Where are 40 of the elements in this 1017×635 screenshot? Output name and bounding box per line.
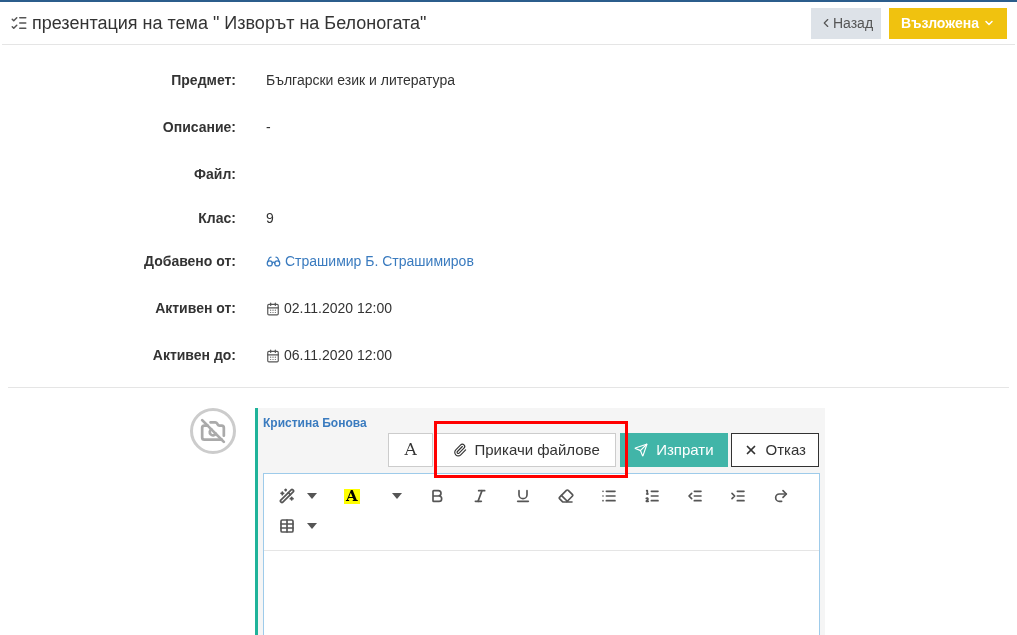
cancel-button[interactable]: Отказ: [730, 433, 819, 467]
back-button[interactable]: Назад: [810, 7, 882, 39]
table-icon[interactable]: [279, 518, 295, 534]
text-editor[interactable]: A: [263, 473, 820, 635]
highlight-color-button[interactable]: A: [344, 488, 360, 504]
attach-files-button[interactable]: Прикачи файлове: [436, 433, 617, 467]
field-label: Клас:: [197, 208, 236, 228]
caret-icon: [307, 523, 317, 529]
bulleted-list-icon[interactable]: [600, 488, 617, 504]
page-title: презентация на тема " Изворът на Белоногата": [32, 11, 427, 35]
redo-icon[interactable]: [772, 488, 789, 504]
caret-icon: [307, 493, 317, 499]
font-button[interactable]: A: [388, 433, 434, 467]
paper-plane-icon: [634, 443, 649, 457]
date-value: 06.11.2020 12:00: [284, 346, 392, 365]
calendar-icon: [266, 301, 280, 316]
avatar-placeholder: [190, 408, 236, 454]
eraser-icon[interactable]: [557, 488, 574, 504]
calendar-icon: [266, 348, 280, 363]
outdent-icon[interactable]: [686, 488, 703, 504]
caret-icon: [391, 493, 402, 499]
field-label: Активен до:: [151, 346, 236, 365]
field-label: Описание:: [161, 118, 236, 137]
glasses-icon: [266, 254, 281, 269]
field-label: Добавено от:: [143, 252, 236, 271]
field-label: Файл:: [193, 165, 236, 184]
comment-author: Кристина Бонова: [263, 415, 368, 432]
paperclip-icon: [452, 443, 467, 457]
field-value: 9: [266, 208, 274, 228]
field-label: Активен от:: [154, 299, 236, 318]
field-value: Български език и литература: [266, 71, 456, 90]
indent-icon[interactable]: [729, 488, 746, 504]
numbered-list-icon[interactable]: [643, 488, 660, 504]
field-label: Предмет:: [170, 71, 236, 90]
checklist-icon: [10, 14, 28, 32]
author-link[interactable]: Страшимир Б. Страшимиров: [285, 251, 474, 272]
underline-icon[interactable]: [514, 488, 531, 504]
field-value: -: [266, 118, 271, 137]
magic-wand-icon[interactable]: [279, 488, 295, 504]
date-value: 02.11.2020 12:00: [284, 299, 392, 318]
